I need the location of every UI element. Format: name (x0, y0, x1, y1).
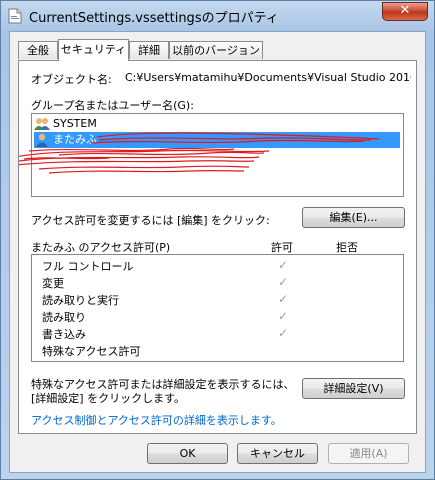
tab-general[interactable]: 全般 (18, 41, 58, 59)
permissions-list[interactable]: フル コントロール ✓ 変更 ✓ 読み取りと実行 ✓ 読み取り ✓ 書き込み ✓ 特殊なアクセス許可 (31, 254, 404, 362)
permission-name: 特殊なアクセス許可 (42, 345, 141, 358)
allow-check-icon: ✓ (277, 292, 289, 306)
permission-name: 書き込み (42, 328, 86, 341)
list-item-selected[interactable]: またみふ (34, 132, 400, 148)
permissions-header: またみふ のアクセス許可(P) (31, 241, 171, 254)
allow-column-header: 許可 (271, 241, 293, 254)
document-icon (8, 8, 22, 24)
apply-button[interactable]: 適用(A) (328, 443, 409, 464)
close-button[interactable]: ✕ (382, 2, 428, 21)
tab-details[interactable]: 詳細 (129, 41, 169, 59)
window-title: CurrentSettings.vssettingsのプロパティ (29, 11, 279, 26)
group-user-list[interactable]: SYSTEM またみふ (31, 113, 404, 197)
access-control-help-link[interactable]: アクセス制御とアクセス許可の詳細を表示します。 (31, 412, 282, 428)
security-panel: オブジェクト名: C:¥Users¥matamihu¥Documents¥Vis… (18, 60, 417, 434)
allow-check-icon: ✓ (277, 309, 289, 323)
tab-security[interactable]: セキュリティ (58, 39, 129, 61)
allow-check-icon: ✓ (277, 275, 289, 289)
object-name-label: オブジェクト名: (31, 73, 112, 86)
permission-name: 変更 (42, 277, 64, 290)
users-group-icon (34, 118, 50, 130)
object-name-value: C:¥Users¥matamihu¥Documents¥Visual Studi… (125, 71, 411, 84)
list-item-label: SYSTEM (53, 117, 97, 130)
ok-button[interactable]: OK (147, 443, 228, 464)
group-list-label: グループ名またはユーザー名(G): (31, 99, 194, 112)
properties-dialog: CurrentSettings.vssettingsのプロパティ ✕ 全般 セキ… (0, 0, 435, 480)
allow-check-icon: ✓ (277, 258, 289, 272)
advanced-button[interactable]: 詳細設定(V) (302, 378, 405, 399)
change-permissions-text: アクセス許可を変更するには [編集] をクリック: (31, 214, 270, 227)
edit-button[interactable]: 編集(E)... (302, 207, 405, 228)
list-item[interactable]: SYSTEM (34, 116, 97, 132)
permission-name: フル コントロール (42, 260, 134, 273)
list-item-label: またみふ (53, 133, 97, 146)
title-bar[interactable]: CurrentSettings.vssettingsのプロパティ ✕ (1, 1, 434, 31)
dialog-body: 全般 セキュリティ 詳細 以前のバージョン オブジェクト名: C:¥Users¥… (9, 31, 426, 473)
deny-column-header: 拒否 (336, 241, 358, 254)
user-icon (36, 133, 48, 147)
allow-check-icon: ✓ (277, 326, 289, 340)
cancel-button[interactable]: キャンセル (237, 443, 318, 464)
tab-previous-versions[interactable]: 以前のバージョン (169, 41, 263, 59)
permission-name: 読み取りと実行 (42, 294, 119, 307)
permission-name: 読み取り (42, 311, 86, 324)
advanced-hint-line2: [詳細設定] をクリックします。 (31, 392, 185, 405)
